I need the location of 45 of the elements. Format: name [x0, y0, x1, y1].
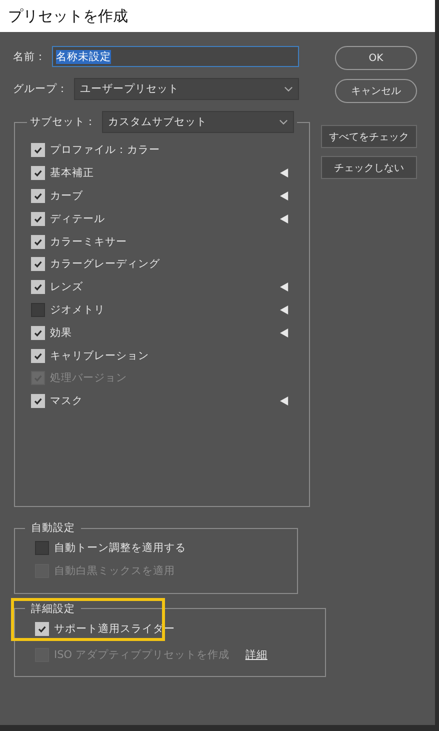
checkbox-option[interactable]: 基本補正: [31, 166, 94, 180]
section-title: 自動設定: [30, 521, 76, 535]
expand-arrow-icon[interactable]: [280, 214, 289, 224]
check-all-button[interactable]: すべてをチェック: [321, 125, 417, 148]
expand-arrow-icon[interactable]: [280, 328, 289, 338]
checkmark-icon: [33, 259, 43, 270]
checkbox-option[interactable]: キャリブレーション: [31, 348, 149, 363]
ok-button[interactable]: OK: [335, 46, 417, 70]
checkbox-option[interactable]: マスク: [31, 394, 83, 408]
chevron-down-icon[interactable]: [284, 86, 293, 92]
subset-dropdown[interactable]: カスタムサブセット: [102, 111, 294, 133]
checkmark-icon: [33, 282, 43, 292]
checkbox-option[interactable]: カラーミキサー: [31, 234, 127, 249]
check-none-button[interactable]: チェックしない: [321, 156, 417, 179]
checkmark-icon: [33, 350, 43, 361]
expand-arrow-icon[interactable]: [280, 168, 289, 178]
checkmark-icon: [33, 190, 43, 201]
checkbox-option[interactable]: カラーグレーディング: [31, 257, 160, 272]
checkbox-option[interactable]: 効果: [31, 326, 72, 340]
expand-arrow-icon[interactable]: [280, 396, 289, 406]
group-dropdown[interactable]: ユーザープリセット: [74, 78, 299, 100]
checkbox-option[interactable]: プロファイル：カラー: [31, 143, 160, 158]
name-label: 名前：: [13, 50, 46, 64]
checkbox-option[interactable]: カーブ: [31, 188, 83, 203]
section-title: 詳細設定: [30, 602, 76, 616]
checkmark-icon: [33, 328, 43, 338]
checkbox-option[interactable]: 自動トーン調整を適用する: [35, 541, 186, 556]
checkbox-option[interactable]: レンズ: [31, 280, 83, 294]
name-field[interactable]: 名称未設定: [52, 46, 299, 67]
checkbox-option[interactable]: ディテール: [31, 212, 105, 226]
checkmark-icon: [33, 168, 43, 178]
expand-arrow-icon[interactable]: [280, 190, 289, 201]
window-title: プリセットを作成: [8, 6, 128, 26]
checkmark-icon: [33, 396, 43, 406]
chevron-down-icon[interactable]: [279, 119, 288, 125]
expand-arrow-icon[interactable]: [280, 304, 289, 315]
subset-label: サブセット：: [30, 115, 96, 129]
checkmark-icon: [33, 214, 43, 224]
expand-arrow-icon[interactable]: [280, 282, 289, 292]
checkbox-option[interactable]: ジオメトリ: [31, 302, 105, 317]
cancel-button[interactable]: キャンセル: [335, 79, 417, 103]
checkmark-icon: [37, 624, 47, 634]
checkmark-icon: [33, 145, 43, 156]
group-label: グループ：: [13, 82, 68, 96]
checkmark-icon: [33, 236, 43, 247]
